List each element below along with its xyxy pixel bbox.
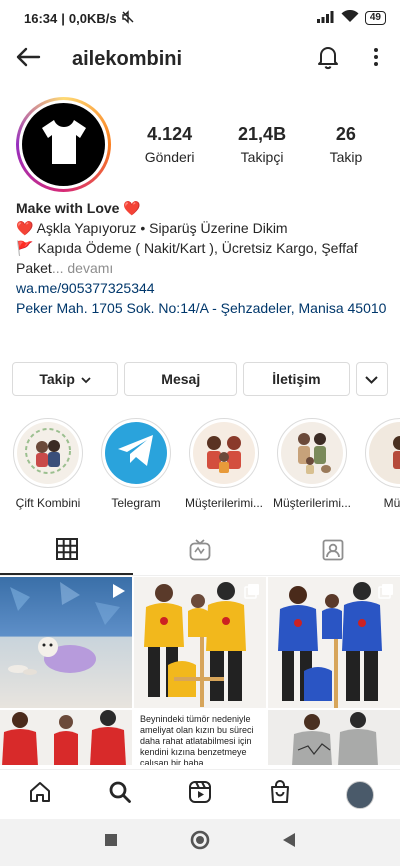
bio-website-link[interactable]: wa.me/905377325344 (16, 278, 388, 298)
more-options-button[interactable] (352, 36, 400, 82)
highlight-item[interactable]: Müşterilerimi... (273, 418, 352, 514)
back-button[interactable] (0, 36, 56, 82)
profile-stats: 4.124 Gönderi 21,4B Takipçi 26 Takip (123, 124, 384, 165)
bottom-navigation (0, 769, 400, 819)
bio-more-link[interactable]: ... devamı (52, 260, 113, 276)
bio-address-link[interactable]: Peker Mah. 1705 Sok. No:14/A - Şehzadele… (16, 298, 388, 318)
network-speed: 0,0KB/s (68, 10, 117, 26)
wifi-icon (341, 9, 359, 26)
avatar (346, 780, 374, 809)
highlight-item[interactable]: Müşte (363, 418, 400, 514)
profile-header: 4.124 Gönderi 21,4B Takipçi 26 Takip (16, 96, 384, 192)
post-thumbnail-family-red[interactable] (0, 710, 132, 765)
nav-reels[interactable] (160, 770, 240, 819)
telegram-icon (116, 433, 156, 474)
multiple-photos-icon (378, 583, 394, 604)
status-bar: 16:34 | 0,0KB/s 49 (0, 0, 400, 36)
post-thumbnail-family-blue[interactable] (268, 577, 400, 708)
reels-icon (188, 780, 212, 809)
highlight-label: Müşte (383, 496, 400, 510)
highlight-item[interactable]: Çift Kombini (11, 418, 85, 514)
nav-home[interactable] (0, 770, 80, 819)
notifications-button[interactable] (304, 36, 352, 82)
shopping-bag-icon (268, 780, 292, 809)
highlight-label: Çift Kombini (15, 496, 81, 510)
highlight-label: Müşterilerimi... (273, 496, 352, 510)
system-navigation-bar (0, 819, 400, 866)
tab-tagged[interactable] (267, 530, 400, 575)
recent-apps-button[interactable] (104, 833, 118, 852)
post-thumbnail-family-yellow[interactable] (134, 577, 266, 708)
follow-button[interactable]: Takip (12, 362, 119, 396)
stat-following[interactable]: 26 Takip (330, 124, 363, 165)
stat-posts[interactable]: 4.124 Gönderi (145, 124, 195, 165)
nav-shop[interactable] (240, 770, 320, 819)
arrow-left-icon (15, 47, 41, 72)
highlight-label: Telegram (111, 496, 161, 510)
profile-content-tabs (0, 530, 400, 576)
family-illustration-icon (282, 422, 342, 484)
post-thumbnail-caption-card[interactable]: Beynindeki tümör nedeniyle ameliyat olan… (134, 710, 266, 765)
post-caption-text: Beynindeki tümör nedeniyle ameliyat olan… (134, 710, 266, 765)
mute-icon (121, 9, 135, 27)
igtv-icon (189, 539, 211, 566)
multiple-photos-icon (244, 583, 260, 604)
home-icon (28, 780, 52, 809)
search-icon (108, 780, 132, 809)
suggested-accounts-button[interactable] (355, 362, 389, 396)
bell-icon (316, 44, 340, 75)
home-button[interactable] (190, 830, 210, 855)
bio-line-1: ❤️ Aşkla Yapıyoruz • Siparüş Üzerine Dik… (16, 220, 288, 236)
highlight-item[interactable]: Telegram (99, 418, 173, 514)
profile-actions: Takip Mesaj İletişim (12, 362, 389, 396)
nav-profile[interactable] (320, 770, 400, 819)
signal-icon (316, 10, 335, 26)
story-highlights: Çift Kombini Telegram Müşterilerimi... M… (0, 418, 400, 514)
bio-name: Make with Love ❤️ (16, 200, 141, 216)
tagged-person-icon (322, 539, 344, 566)
message-button[interactable]: Mesaj (124, 362, 238, 396)
battery-indicator: 49 (364, 11, 386, 25)
stat-followers[interactable]: 21,4B Takipçi (238, 124, 286, 165)
contact-button[interactable]: İletişim (243, 362, 350, 396)
couple-illustration-icon (18, 422, 78, 484)
top-app-bar: ailekombini (0, 36, 400, 82)
posts-grid: Beynindeki tümör nedeniyle ameliyat olan… (0, 577, 400, 765)
nav-search[interactable] (80, 770, 160, 819)
post-thumbnail-couple-grey[interactable] (268, 710, 400, 765)
family-illustration-icon (194, 422, 254, 484)
heart-emoji: ❤️ (123, 200, 141, 216)
tab-igtv[interactable] (133, 530, 266, 575)
bio-line-2: 🚩 Kapıda Ödeme ( Nakit/Kart ), Ücretsiz … (16, 240, 358, 276)
tshirt-logo-icon (38, 118, 90, 171)
status-time: 16:34 (24, 10, 58, 26)
grid-icon (55, 538, 78, 565)
highlight-item[interactable]: Müşterilerimi... (185, 418, 264, 514)
profile-bio: Make with Love ❤️ ❤️ Aşkla Yapıyoruz • S… (16, 198, 388, 318)
profile-username: ailekombini (72, 47, 183, 70)
highlight-label: Müşterilerimi... (185, 496, 264, 510)
chevron-down-icon (81, 371, 91, 387)
tab-posts-grid[interactable] (0, 530, 134, 575)
post-thumbnail-cat-video[interactable] (0, 577, 132, 708)
more-vertical-icon (373, 47, 379, 72)
video-play-icon (110, 583, 126, 604)
chevron-down-icon (365, 371, 378, 387)
back-triangle-button[interactable] (282, 832, 296, 853)
family-illustration-icon (370, 422, 400, 484)
profile-avatar[interactable] (16, 96, 111, 192)
